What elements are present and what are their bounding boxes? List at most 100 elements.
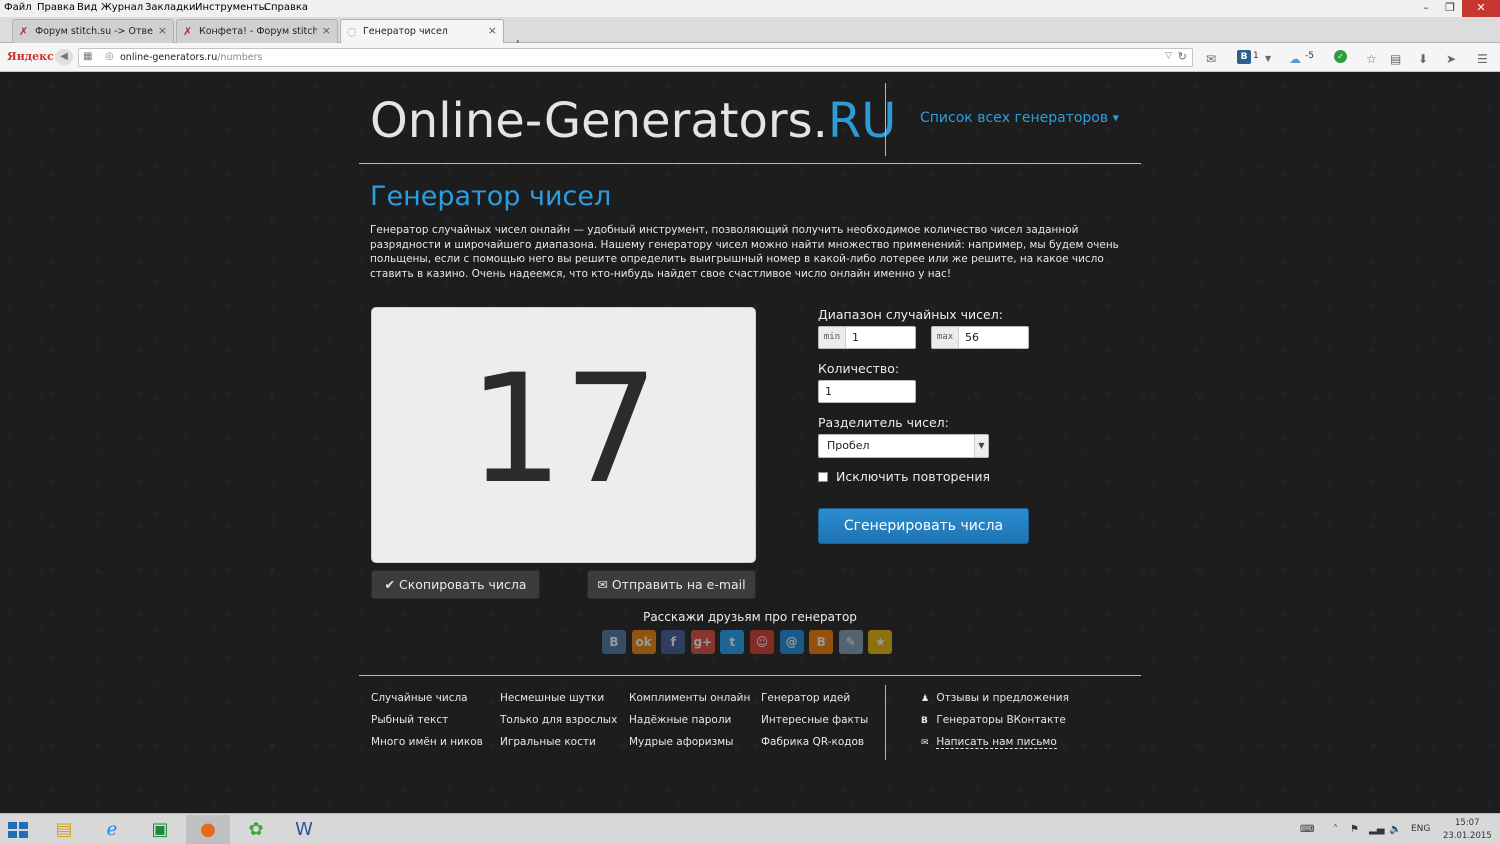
footer-link[interactable]: Игральные кости (500, 736, 596, 748)
bookmarks-list-icon[interactable]: ▤ (1390, 52, 1401, 66)
globe-icon: ◎ (105, 51, 114, 62)
menu-tools[interactable]: Инструменты (195, 2, 267, 13)
footer-link[interactable]: Генератор идей (761, 692, 850, 704)
keyboard-icon[interactable]: ⌨ (1300, 824, 1314, 835)
vkontakte-icon[interactable]: B (602, 630, 626, 654)
google-plus-icon[interactable]: g+ (690, 630, 715, 654)
livejournal-icon[interactable]: ✎ (838, 630, 863, 654)
menu-view[interactable]: Вид (77, 2, 97, 13)
close-window-button[interactable]: ✕ (1462, 0, 1500, 17)
network-icon[interactable]: ▂▄ (1369, 824, 1384, 835)
navigation-bar: Яндекс ◀ ▦ ◎ online-generators.ru/number… (0, 43, 1500, 72)
minimize-button[interactable]: – (1414, 0, 1438, 17)
separator-select[interactable]: Пробел ▼ (818, 434, 989, 458)
close-tab-icon[interactable]: × (322, 24, 331, 37)
footer-link[interactable]: Случайные числа (371, 692, 468, 704)
send-email-button[interactable]: ✉ Отправить на e-mail (587, 570, 756, 599)
footer-link[interactable]: Интересные факты (761, 714, 868, 726)
vk-icon[interactable]: B (1237, 50, 1251, 64)
select-arrow-icon[interactable]: ▼ (974, 435, 988, 457)
stitch-favicon-icon: ✗ (183, 25, 193, 38)
copy-numbers-button[interactable]: ✔ Скопировать числа (371, 570, 540, 599)
facebook-icon[interactable]: f (661, 630, 686, 654)
footer-link[interactable]: Мудрые афоризмы (629, 736, 733, 748)
min-value[interactable]: 1 (852, 331, 859, 344)
max-prefix: max (932, 327, 959, 348)
menu-edit[interactable]: Правка (37, 2, 75, 13)
footer-link[interactable]: Комплименты онлайн (629, 692, 750, 704)
clock-date[interactable]: 23.01.2015 (1443, 831, 1492, 841)
max-value[interactable]: 56 (965, 331, 979, 344)
file-explorer-icon[interactable]: ▤ (42, 815, 86, 844)
footer-link[interactable]: Надёжные пароли (629, 714, 731, 726)
download-icon[interactable]: ⬇ (1418, 52, 1428, 66)
tab-forum-reply[interactable]: ✗ Форум stitch.su -> Ответ ... × (12, 19, 174, 43)
address-bar[interactable]: ▦ ◎ online-generators.ru/numbers ▽ ↻ (78, 48, 1193, 67)
weather-cloud-icon[interactable]: ☁ (1289, 52, 1301, 66)
exclude-repeats-label[interactable]: Исключить повторения (836, 469, 990, 484)
blogger-icon[interactable]: B (809, 630, 834, 654)
store-icon[interactable]: ▣ (138, 815, 182, 844)
bookmark-star-icon[interactable]: ☆ (1366, 52, 1377, 66)
menu-file[interactable]: Файл (4, 2, 32, 13)
twitter-icon[interactable]: t (720, 630, 745, 654)
reload-icon[interactable]: ↻ (1178, 50, 1187, 63)
firefox-icon[interactable]: ● (186, 815, 230, 844)
generators-list-dropdown[interactable]: Список всех генераторов ▼ (920, 110, 1119, 126)
odnoklassniki-icon[interactable]: ok (631, 630, 656, 654)
chevron-down-icon[interactable]: ▼ (1265, 54, 1271, 63)
menu-bookmarks[interactable]: Закладки (145, 2, 196, 13)
footer-link[interactable]: Рыбный текст (371, 714, 448, 726)
page-content: Online-Generators.RU Список всех генерат… (0, 73, 1500, 813)
min-input[interactable]: min 1 (818, 326, 916, 349)
exclude-repeats-checkbox[interactable] (818, 472, 828, 482)
clock-time[interactable]: 15:07 (1455, 818, 1480, 828)
close-tab-icon[interactable]: × (158, 24, 167, 37)
count-input[interactable]: 1 (818, 380, 916, 403)
page-list-icon[interactable]: ▦ (83, 51, 92, 62)
caret-down-icon: ▼ (1112, 113, 1119, 123)
hamburger-menu-icon[interactable]: ☰ (1477, 52, 1488, 66)
intro-paragraph: Генератор случайных чисел онлайн — удобн… (370, 224, 1119, 280)
header-divider (885, 83, 886, 156)
tab-title: Конфета! - Форум stitch.su (199, 26, 317, 37)
tray-chevron-icon[interactable]: ˄ (1333, 824, 1338, 835)
language-indicator[interactable]: ENG (1411, 824, 1430, 834)
icq-icon[interactable]: ✿ (234, 815, 278, 844)
close-tab-icon[interactable]: × (488, 24, 497, 37)
generate-numbers-button[interactable]: Сгенерировать числа (818, 508, 1029, 544)
url-text[interactable]: online-generators.ru/numbers (120, 52, 262, 63)
window-controls: – ❐ ✕ (1414, 0, 1500, 17)
feedback-link[interactable]: ♟ Отзывы и предложения (921, 692, 1069, 704)
site-logo[interactable]: Online-Generators.RU (370, 93, 896, 149)
footer-link[interactable]: Фабрика QR-кодов (761, 736, 864, 748)
write-us-link[interactable]: ✉ Написать нам письмо (921, 736, 1057, 749)
internet-explorer-icon[interactable]: ℯ (90, 815, 134, 844)
footer-link[interactable]: Несмешные шутки (500, 692, 604, 704)
moikrug-icon[interactable]: ☺ (749, 630, 774, 654)
range-label: Диапазон случайных чисел: (818, 307, 1003, 322)
count-value[interactable]: 1 (825, 385, 832, 398)
yandex-logo[interactable]: Яндекс (7, 50, 54, 63)
menu-history[interactable]: Журнал (101, 2, 143, 13)
tab-number-generator[interactable]: ◌ Генератор чисел × (340, 19, 504, 44)
bookmark-star-icon[interactable]: ★ (868, 630, 893, 654)
tab-title: Генератор чисел (363, 26, 448, 37)
mailru-icon[interactable]: @ (779, 630, 804, 654)
restore-button[interactable]: ❐ (1438, 0, 1462, 17)
vk-generators-link[interactable]: B Генераторы ВКонтакте (921, 714, 1066, 726)
url-dropdown-icon[interactable]: ▽ (1165, 51, 1172, 61)
word-icon[interactable]: W (282, 815, 326, 844)
flag-icon[interactable]: ⚑ (1350, 824, 1359, 835)
tab-forum-candy[interactable]: ✗ Конфета! - Форум stitch.su × (176, 19, 338, 43)
windows-start-icon[interactable] (8, 822, 28, 838)
max-input[interactable]: max 56 (931, 326, 1029, 349)
footer-link[interactable]: Много имён и ников (371, 736, 483, 748)
footer-link[interactable]: Только для взрослых (500, 714, 617, 726)
back-arrow-icon[interactable]: ◀ (55, 49, 73, 65)
security-status-icon[interactable]: ✓ (1334, 50, 1347, 63)
menu-help[interactable]: Справка (264, 2, 308, 13)
send-icon[interactable]: ➤ (1446, 52, 1456, 66)
mail-icon[interactable]: ✉ (1206, 52, 1216, 66)
volume-icon[interactable]: 🔈 (1389, 824, 1401, 835)
